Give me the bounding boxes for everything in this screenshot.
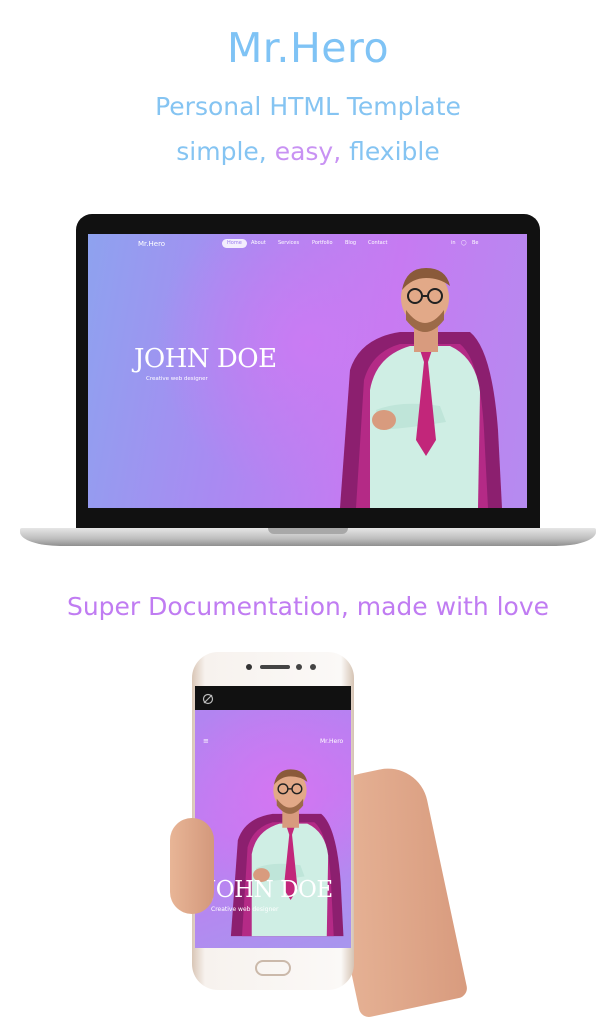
nav-item-services[interactable]: Services	[278, 240, 299, 246]
phone-speaker	[260, 665, 290, 669]
nav-item-contact[interactable]: Contact	[368, 240, 387, 246]
phone-site: ≡ Mr.Hero JOHN DOE Creative web designer	[195, 710, 351, 948]
behance-icon[interactable]: Be	[472, 240, 479, 246]
phone-sensor	[296, 664, 302, 670]
github-icon[interactable]: ◯	[461, 240, 467, 246]
site-logo[interactable]: Mr.Hero	[138, 240, 165, 248]
hero-name: JOHN DOE	[207, 877, 333, 903]
site-logo[interactable]: Mr.Hero	[320, 738, 343, 745]
hero-role: Creative web designer	[146, 376, 208, 382]
menu-icon[interactable]: ≡	[203, 737, 209, 745]
hero-role: Creative web designer	[211, 906, 279, 913]
nav-item-home[interactable]: Home	[222, 239, 247, 248]
laptop-notch	[268, 528, 348, 534]
hero-photo	[230, 769, 344, 937]
hero-photo	[340, 268, 502, 508]
phone-screen: ≡ Mr.Hero JOHN DOE Creative web designer	[195, 686, 351, 948]
thumb	[170, 818, 214, 914]
phone-statusbar	[195, 686, 351, 710]
tagline-easy: easy,	[274, 137, 342, 166]
tagline-simple: simple,	[176, 137, 267, 166]
nav-item-about[interactable]: About	[251, 240, 266, 246]
no-signal-icon	[202, 693, 214, 705]
tagline: simple, easy, flexible	[0, 135, 616, 169]
phone-sensor	[310, 664, 316, 670]
phone-camera	[246, 664, 252, 670]
page-title: Mr.Hero	[226, 24, 390, 72]
nav-item-blog[interactable]: Blog	[345, 240, 356, 246]
phone-home-button[interactable]	[255, 960, 291, 976]
page-subtitle: Personal HTML Template	[155, 92, 461, 121]
tagline-flexible: flexible	[349, 137, 440, 166]
linkedin-icon[interactable]: in	[451, 240, 456, 246]
nav-item-portfolio[interactable]: Portfolio	[312, 240, 333, 246]
documentation-heading: Super Documentation, made with love	[66, 592, 550, 621]
hero-name: JOHN DOE	[134, 344, 277, 374]
laptop-screen: Mr.Hero Home About Services Portfolio Bl…	[88, 234, 527, 508]
site-navbar: Mr.Hero Home About Services Portfolio Bl…	[88, 234, 527, 256]
